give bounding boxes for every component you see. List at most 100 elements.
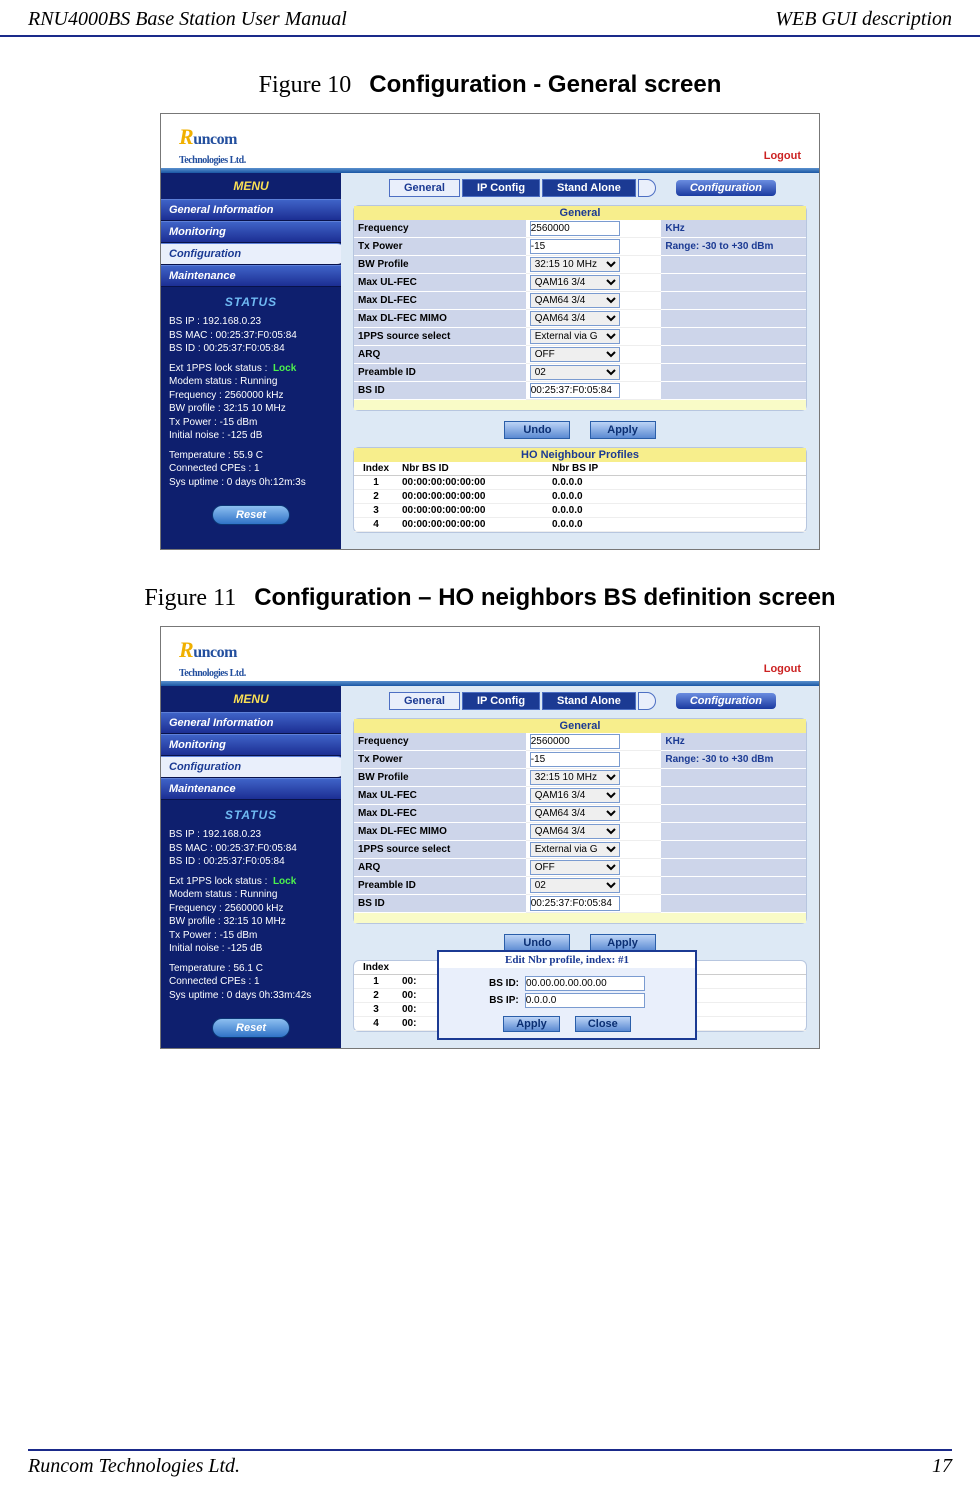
field-input[interactable]: QAM64 3/4 <box>530 824 620 839</box>
field-input[interactable]: QAM16 3/4 <box>530 275 620 290</box>
menu-monitoring[interactable]: Monitoring <box>161 221 341 243</box>
table-row[interactable]: 400:00:00:00:00:000.0.0.0 <box>354 518 806 532</box>
field-input[interactable]: 02 <box>530 878 620 893</box>
figure11-title: Configuration – HO neighbors BS definiti… <box>254 584 835 611</box>
table-row[interactable]: 300:00:00:00:00:000.0.0.0 <box>354 504 806 518</box>
reset-button[interactable]: Reset <box>212 505 290 525</box>
field-label: Frequency <box>354 220 526 238</box>
neighbor-header: Index Nbr BS ID Nbr BS IP <box>354 462 806 476</box>
sidebar: MENU General Information Monitoring Conf… <box>161 686 341 1048</box>
status-temp: Temperature : 55.9 C <box>169 449 337 463</box>
tab-general[interactable]: General <box>389 179 460 197</box>
field-input[interactable]: OFF <box>530 347 620 362</box>
tab-ip-config[interactable]: IP Config <box>462 692 540 710</box>
field-input[interactable] <box>530 239 620 254</box>
field-input[interactable] <box>530 383 620 398</box>
content-area: General IP Config Stand Alone Configurat… <box>341 173 819 549</box>
field-input[interactable] <box>530 896 620 911</box>
field-label: Max UL-FEC <box>354 787 526 805</box>
tab-ip-config[interactable]: IP Config <box>462 179 540 197</box>
status-freq: Frequency : 2560000 kHz <box>169 902 337 916</box>
field-extra <box>661 292 806 310</box>
field-input[interactable] <box>530 752 620 767</box>
status-noise: Initial noise : -125 dB <box>169 942 337 956</box>
field-input[interactable] <box>530 221 620 236</box>
tab-stand-alone[interactable]: Stand Alone <box>542 692 636 710</box>
field-input[interactable]: QAM64 3/4 <box>530 806 620 821</box>
menu-maintenance[interactable]: Maintenance <box>161 778 341 800</box>
figure11-caption: Figure 11 Configuration – HO neighbors B… <box>0 584 980 612</box>
status-noise: Initial noise : -125 dB <box>169 429 337 443</box>
field-extra <box>661 274 806 292</box>
field-extra <box>661 328 806 346</box>
field-extra <box>661 346 806 364</box>
field-extra <box>661 787 806 805</box>
status-temp: Temperature : 56.1 C <box>169 962 337 976</box>
screenshot-fig10: Runcom Technologies Ltd. Logout MENU Gen… <box>160 113 820 550</box>
field-input[interactable]: External via G <box>530 842 620 857</box>
field-extra <box>661 895 806 913</box>
menu-general-information[interactable]: General Information <box>161 712 341 734</box>
logout-link[interactable]: Logout <box>764 663 801 675</box>
runcom-logo: Runcom Technologies Ltd. <box>179 644 246 680</box>
field-label: BS ID <box>354 895 526 913</box>
field-input[interactable] <box>530 734 620 749</box>
dialog-close-button[interactable]: Close <box>575 1016 631 1032</box>
field-input[interactable]: QAM64 3/4 <box>530 293 620 308</box>
reset-button[interactable]: Reset <box>212 1018 290 1038</box>
status-title: STATUS <box>161 800 341 826</box>
status-body: BS IP : 192.168.0.23 BS MAC : 00:25:37:F… <box>161 313 341 491</box>
menu-maintenance[interactable]: Maintenance <box>161 265 341 287</box>
field-input[interactable]: 02 <box>530 365 620 380</box>
general-panel: General FrequencyKHzTx PowerRange: -30 t… <box>353 205 807 411</box>
screenshot-fig11: Runcom Technologies Ltd. Logout MENU Gen… <box>160 626 820 1049</box>
content-area: General IP Config Stand Alone Configurat… <box>341 686 819 1048</box>
status-freq: Frequency : 2560000 kHz <box>169 389 337 403</box>
dialog-title: Edit Nbr profile, index: #1 <box>439 952 695 968</box>
field-input[interactable]: 32:15 10 MHz <box>530 257 620 272</box>
logo-band: Runcom Technologies Ltd. Logout <box>161 114 819 168</box>
table-row[interactable]: 200:00:00:00:00:000.0.0.0 <box>354 490 806 504</box>
status-modem: Modem status : Running <box>169 375 337 389</box>
dialog-bsip-input[interactable] <box>525 993 645 1008</box>
undo-button[interactable]: Undo <box>504 421 570 439</box>
field-label: Tx Power <box>354 751 526 769</box>
runcom-logo: Runcom Technologies Ltd. <box>179 131 246 167</box>
logout-link[interactable]: Logout <box>764 150 801 162</box>
status-tx: Tx Power : -15 dBm <box>169 929 337 943</box>
menu-title: MENU <box>161 686 341 712</box>
menu-monitoring[interactable]: Monitoring <box>161 734 341 756</box>
menu-title: MENU <box>161 173 341 199</box>
field-input[interactable]: QAM64 3/4 <box>530 311 620 326</box>
menu-general-information[interactable]: General Information <box>161 199 341 221</box>
menu-configuration[interactable]: Configuration <box>161 243 345 265</box>
field-input[interactable]: 32:15 10 MHz <box>530 770 620 785</box>
doc-footer: Runcom Technologies Ltd. 17 <box>28 1449 952 1478</box>
tabstrip: General IP Config Stand Alone Configurat… <box>349 173 811 205</box>
status-bs-id: BS ID : 00:25:37:F0:05:84 <box>169 855 337 869</box>
sidebar: MENU General Information Monitoring Conf… <box>161 173 341 549</box>
field-input[interactable]: OFF <box>530 860 620 875</box>
status-body: BS IP : 192.168.0.23 BS MAC : 00:25:37:F… <box>161 826 341 1004</box>
field-extra: Range: -30 to +30 dBm <box>661 751 806 769</box>
dialog-apply-button[interactable]: Apply <box>503 1016 560 1032</box>
field-input[interactable]: QAM16 3/4 <box>530 788 620 803</box>
status-bs-ip: BS IP : 192.168.0.23 <box>169 828 337 842</box>
tab-stand-alone[interactable]: Stand Alone <box>542 179 636 197</box>
status-cpes: Connected CPEs : 1 <box>169 462 337 476</box>
field-label: Max UL-FEC <box>354 274 526 292</box>
mode-badge: Configuration <box>676 180 776 196</box>
col-nbr-bs-ip: Nbr BS IP <box>548 462 806 475</box>
status-bw: BW profile : 32:15 10 MHz <box>169 402 337 416</box>
menu-configuration[interactable]: Configuration <box>161 756 345 778</box>
field-label: Tx Power <box>354 238 526 256</box>
apply-button[interactable]: Apply <box>590 421 656 439</box>
status-bs-mac: BS MAC : 00:25:37:F0:05:84 <box>169 329 337 343</box>
field-input[interactable]: External via G <box>530 329 620 344</box>
table-row[interactable]: 100:00:00:00:00:000.0.0.0 <box>354 476 806 490</box>
field-extra <box>661 382 806 400</box>
tab-general[interactable]: General <box>389 692 460 710</box>
field-label: BS ID <box>354 382 526 400</box>
field-extra <box>661 859 806 877</box>
dialog-bsid-input[interactable] <box>525 976 645 991</box>
